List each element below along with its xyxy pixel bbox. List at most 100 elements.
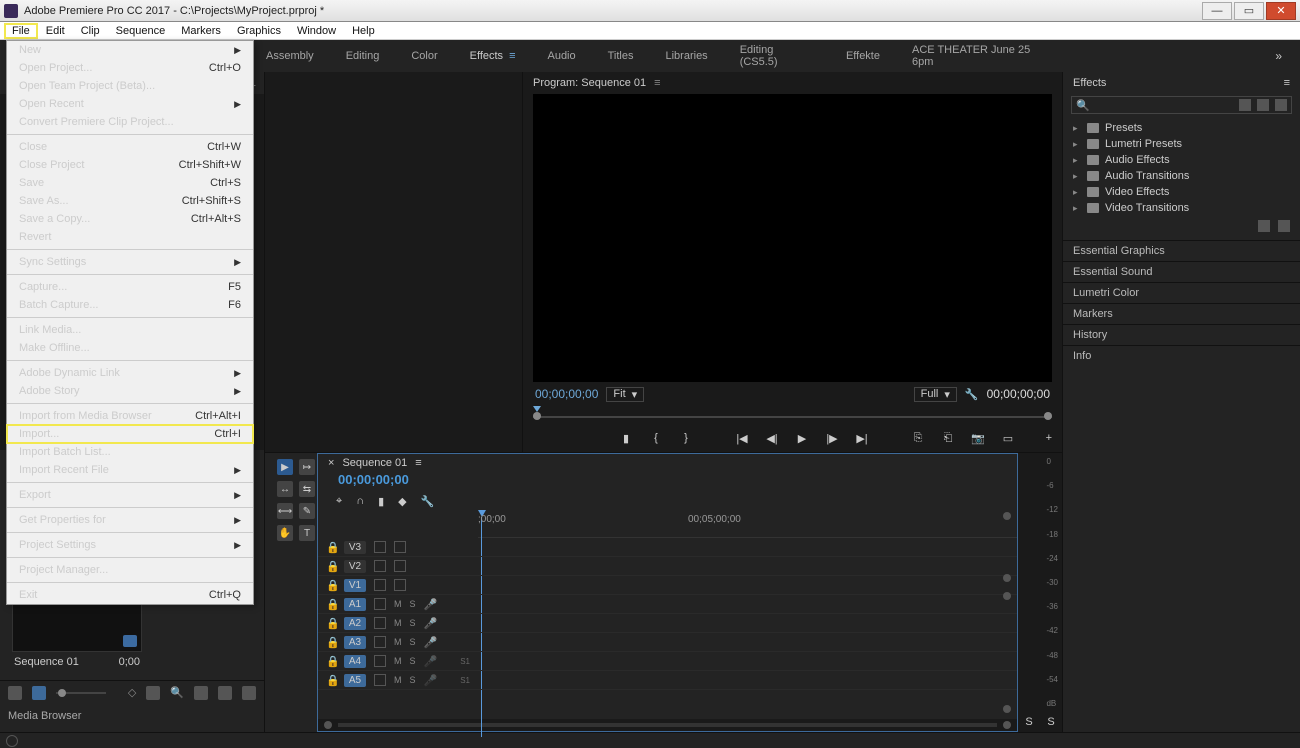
- menu-clip[interactable]: Clip: [73, 24, 108, 38]
- maximize-button[interactable]: ▭: [1234, 2, 1264, 20]
- timeline-seq-name[interactable]: Sequence 01: [342, 457, 407, 469]
- panel-history[interactable]: History: [1063, 324, 1300, 345]
- workspace-titles[interactable]: Titles: [592, 50, 650, 62]
- lock-icon[interactable]: 🔒: [326, 674, 336, 687]
- lock-icon[interactable]: 🔒: [326, 655, 336, 668]
- step-fwd-icon[interactable]: |▶: [825, 431, 839, 445]
- panel-menu-icon[interactable]: ≡: [654, 77, 660, 89]
- settings-icon[interactable]: 🔧: [421, 495, 435, 508]
- track-a1[interactable]: A1: [344, 598, 366, 611]
- thumb-size-slider[interactable]: [56, 692, 106, 694]
- resolution-select[interactable]: Full▾: [914, 387, 957, 402]
- lock-icon[interactable]: 🔒: [326, 560, 336, 573]
- hand-tool[interactable]: ✋: [277, 525, 293, 541]
- menu-item-project-settings[interactable]: Project Settings▶: [7, 536, 253, 554]
- ripple-tool[interactable]: ↔: [277, 481, 293, 497]
- sync-lock-icon[interactable]: [394, 579, 406, 591]
- workspace-color[interactable]: Color: [395, 50, 453, 62]
- panel-info[interactable]: Info: [1063, 345, 1300, 366]
- workspace-effekte[interactable]: Effekte: [830, 50, 896, 62]
- marker-icon[interactable]: ▮: [619, 431, 633, 445]
- snap-icon[interactable]: ⌖: [336, 495, 342, 508]
- menu-sequence[interactable]: Sequence: [108, 24, 174, 38]
- panel-menu-icon[interactable]: ≡: [1284, 77, 1290, 89]
- timeline-ruler[interactable]: ;00;00 00;05;00;00: [478, 510, 1017, 538]
- track-v2[interactable]: V2: [344, 560, 366, 573]
- icon-view-icon[interactable]: [32, 686, 46, 700]
- menu-item-save[interactable]: SaveCtrl+S: [7, 174, 253, 192]
- solo-right[interactable]: S: [1047, 716, 1054, 728]
- vscroll-handle[interactable]: [1003, 705, 1011, 713]
- menu-item-import-batch-list-[interactable]: Import Batch List...: [7, 443, 253, 461]
- tab-media-browser[interactable]: Media Browser: [0, 706, 89, 728]
- tree-audio-trans[interactable]: ▸Audio Transitions: [1073, 168, 1290, 184]
- compare-icon[interactable]: ▭: [1001, 431, 1015, 445]
- menu-item-save-a-copy-[interactable]: Save a Copy...Ctrl+Alt+S: [7, 210, 253, 228]
- lift-icon[interactable]: ⎘: [911, 431, 925, 445]
- effects-search[interactable]: 🔍: [1071, 96, 1292, 114]
- voiceover-icon[interactable]: 🎤: [424, 655, 438, 668]
- eye-icon[interactable]: [374, 560, 386, 572]
- voiceover-icon[interactable]: 🎤: [424, 674, 438, 687]
- camera-icon[interactable]: 📷: [971, 431, 985, 445]
- menu-item-revert[interactable]: Revert: [7, 228, 253, 246]
- lock-icon[interactable]: 🔒: [326, 598, 336, 611]
- fx-badge-icon[interactable]: [1257, 99, 1269, 111]
- menu-item-import-recent-file[interactable]: Import Recent File▶: [7, 461, 253, 479]
- sort-icon[interactable]: ◇: [128, 686, 136, 699]
- mute-icon[interactable]: [374, 655, 386, 667]
- play-icon[interactable]: ▶: [795, 431, 809, 445]
- link-icon[interactable]: ∩: [356, 495, 364, 507]
- menu-window[interactable]: Window: [289, 24, 344, 38]
- workspace-effects[interactable]: Effects≡: [454, 50, 532, 62]
- goto-out-icon[interactable]: ▶|: [855, 431, 869, 445]
- out-point-icon[interactable]: }: [679, 431, 693, 445]
- in-point-icon[interactable]: {: [649, 431, 663, 445]
- tab-program[interactable]: Program: Sequence 01: [533, 77, 646, 89]
- workspace-ace[interactable]: ACE THEATER June 25 6pm: [896, 44, 1070, 68]
- track-a5[interactable]: A5: [344, 674, 366, 687]
- eye-icon[interactable]: [374, 579, 386, 591]
- menu-item-capture-[interactable]: Capture...F5: [7, 278, 253, 296]
- menu-item-project-manager-[interactable]: Project Manager...: [7, 561, 253, 579]
- voiceover-icon[interactable]: 🎤: [424, 598, 438, 611]
- voiceover-icon[interactable]: 🎤: [424, 636, 438, 649]
- track-a4[interactable]: A4: [344, 655, 366, 668]
- mute-icon[interactable]: [374, 636, 386, 648]
- voiceover-icon[interactable]: 🎤: [424, 617, 438, 630]
- track-select-tool[interactable]: ↦: [299, 459, 315, 475]
- panel-lumetri-color[interactable]: Lumetri Color: [1063, 282, 1300, 303]
- add-marker-icon[interactable]: ◆: [398, 495, 406, 508]
- zoom-handle[interactable]: [1003, 512, 1011, 520]
- step-back-icon[interactable]: ◀|: [765, 431, 779, 445]
- menu-item-sync-settings[interactable]: Sync Settings▶: [7, 253, 253, 271]
- program-scrubber[interactable]: [533, 406, 1052, 424]
- pen-tool[interactable]: ✎: [299, 503, 315, 519]
- menu-help[interactable]: Help: [344, 24, 383, 38]
- menu-graphics[interactable]: Graphics: [229, 24, 289, 38]
- sync-lock-icon[interactable]: [394, 541, 406, 553]
- selection-tool[interactable]: ▶: [277, 459, 293, 475]
- timeline-hscroll[interactable]: [318, 719, 1017, 731]
- track-v1[interactable]: V1: [344, 579, 366, 592]
- type-tool[interactable]: T: [299, 525, 315, 541]
- close-button[interactable]: ✕: [1266, 2, 1296, 20]
- timeline-timecode[interactable]: 00;00;00;00: [318, 472, 1017, 492]
- tree-audio-fx[interactable]: ▸Audio Effects: [1073, 152, 1290, 168]
- panel-menu-icon[interactable]: ≡: [415, 457, 421, 469]
- menu-item-close-project[interactable]: Close ProjectCtrl+Shift+W: [7, 156, 253, 174]
- solo-left[interactable]: S: [1025, 716, 1032, 728]
- new-bin-icon[interactable]: [1258, 220, 1270, 232]
- mute-icon[interactable]: [374, 617, 386, 629]
- auto-seq-icon[interactable]: [146, 686, 160, 700]
- menu-item-exit[interactable]: ExitCtrl+Q: [7, 586, 253, 604]
- menu-item-open-project-[interactable]: Open Project...Ctrl+O: [7, 59, 253, 77]
- menu-item-import-[interactable]: Import...Ctrl+I: [7, 425, 253, 443]
- list-view-icon[interactable]: [8, 686, 22, 700]
- sync-lock-icon[interactable]: [394, 560, 406, 572]
- menu-item-convert-premiere-clip-project-[interactable]: Convert Premiere Clip Project...: [7, 113, 253, 131]
- button-editor-icon[interactable]: +: [1046, 432, 1052, 444]
- menu-item-save-as-[interactable]: Save As...Ctrl+Shift+S: [7, 192, 253, 210]
- menu-item-adobe-dynamic-link[interactable]: Adobe Dynamic Link▶: [7, 364, 253, 382]
- panel-markers[interactable]: Markers: [1063, 303, 1300, 324]
